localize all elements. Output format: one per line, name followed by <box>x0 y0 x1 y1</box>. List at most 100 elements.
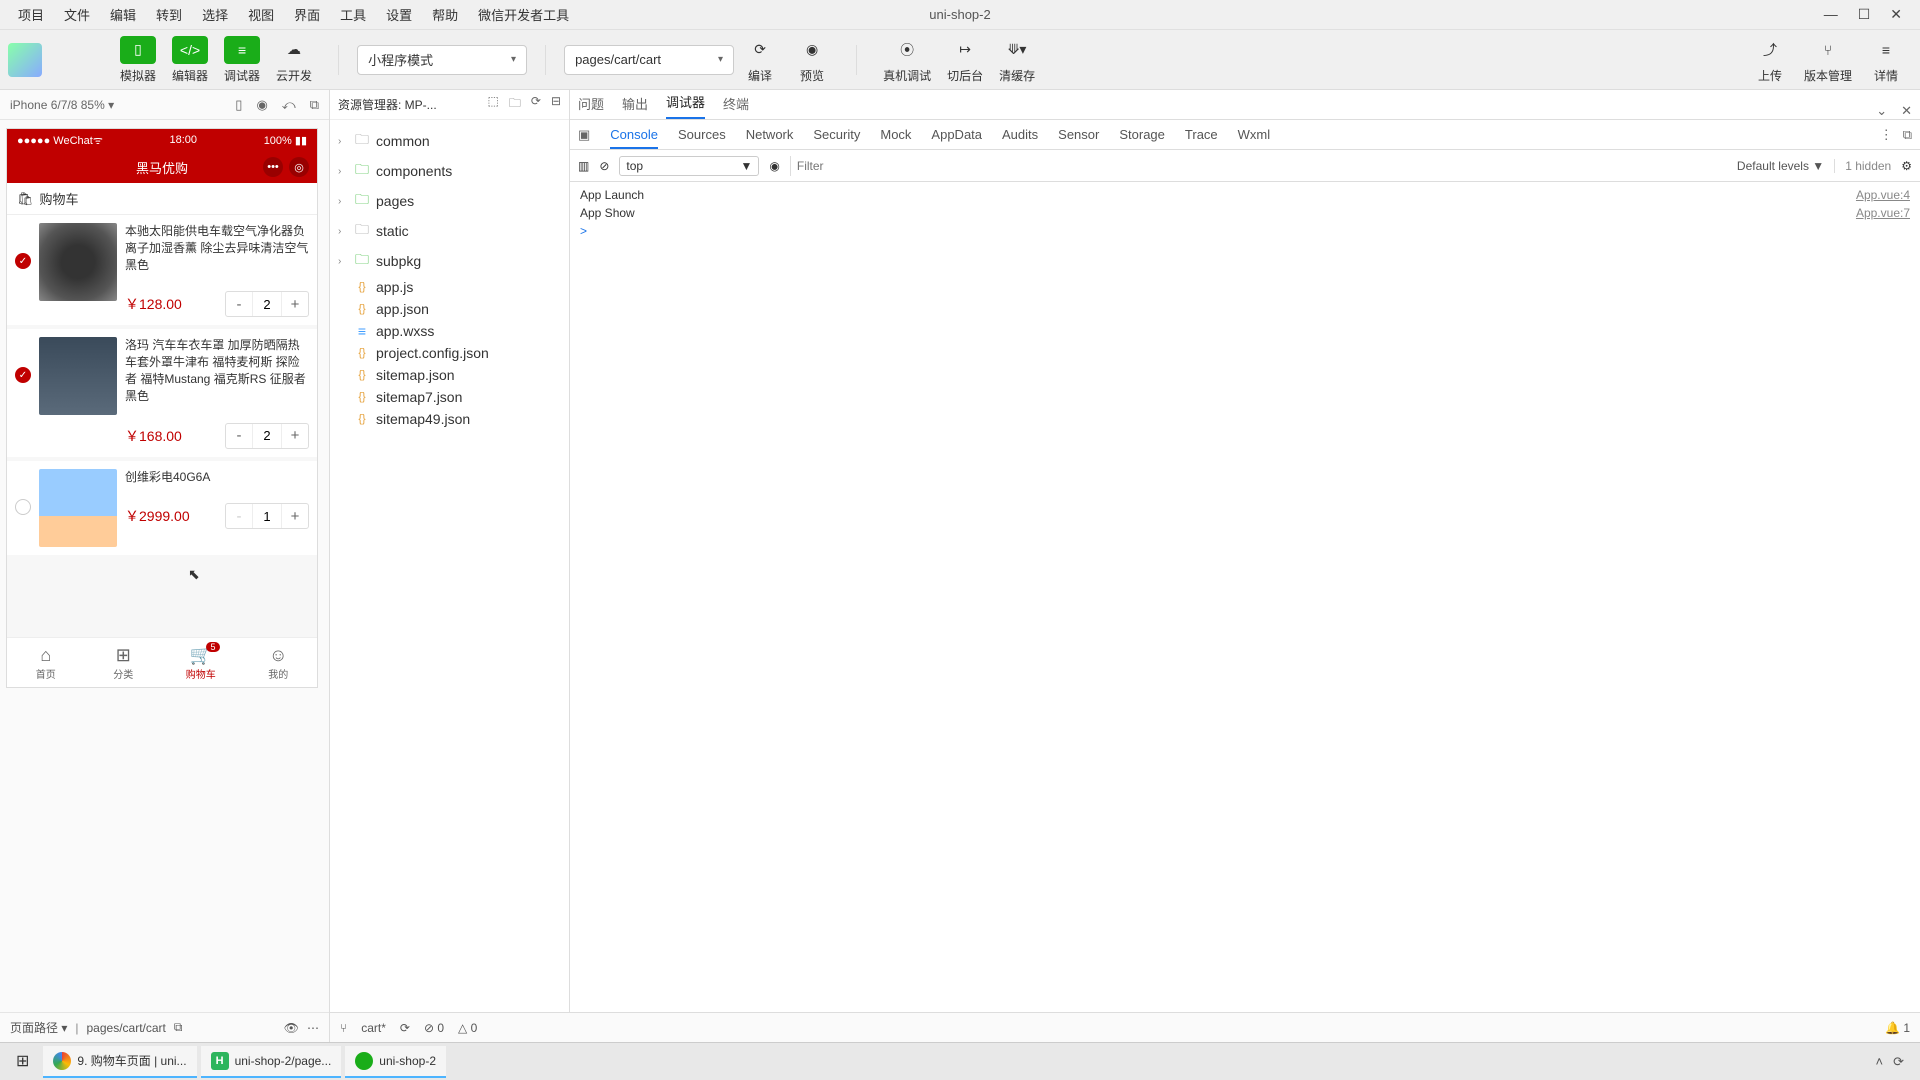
tab-mine[interactable]: ☺ 我的 <box>240 638 318 687</box>
popup-icon[interactable]: ⧉ <box>310 97 319 113</box>
item-thumbnail[interactable] <box>39 337 117 415</box>
tab-output[interactable]: 输出 <box>622 94 648 119</box>
mode-dropdown[interactable]: 小程序模式 ▾ <box>357 45 527 75</box>
capsule-menu-icon[interactable]: ••• <box>263 157 283 177</box>
close-button[interactable]: ✕ <box>1890 6 1902 23</box>
item-checkbox[interactable]: ✓ <box>15 367 31 383</box>
tab-category[interactable]: ⊞ 分类 <box>85 638 163 687</box>
folder-components[interactable]: ›🗀components <box>330 156 569 186</box>
tab-security[interactable]: Security <box>813 127 860 142</box>
tab-debugger[interactable]: 调试器 <box>666 92 705 119</box>
tab-mock[interactable]: Mock <box>880 127 911 142</box>
cart-list[interactable]: ✓ 本驰太阳能供电车载空气净化器负离子加湿香薰 除尘去异味清洁空气黑色 ￥128… <box>7 215 317 637</box>
menu-project[interactable]: 项目 <box>8 5 54 24</box>
kebab-icon[interactable]: ⋮ <box>1880 127 1893 143</box>
menu-help[interactable]: 帮助 <box>422 5 468 24</box>
tab-storage[interactable]: Storage <box>1119 127 1165 142</box>
tab-console[interactable]: Console <box>610 127 658 149</box>
refresh-tree-icon[interactable]: ⟳ <box>531 94 541 115</box>
log-levels-dropdown[interactable]: Default levels ▼ <box>1737 159 1824 173</box>
capsule-close-icon[interactable]: ◎ <box>289 157 309 177</box>
tab-sensor[interactable]: Sensor <box>1058 127 1099 142</box>
branch-icon[interactable]: ⑂ <box>340 1021 347 1035</box>
tray-sync-icon[interactable]: ⟳ <box>1893 1054 1904 1070</box>
taskbar-wechat-devtools[interactable]: uni-shop-2 <box>345 1046 446 1078</box>
maximize-button[interactable]: ☐ <box>1858 6 1871 23</box>
context-selector[interactable]: top▼ <box>619 156 759 176</box>
visibility-icon[interactable]: 👁 <box>284 1021 299 1035</box>
item-checkbox[interactable]: ✓ <box>15 253 31 269</box>
warning-count[interactable]: △ 0 <box>458 1021 477 1035</box>
tab-appdata[interactable]: AppData <box>931 127 982 142</box>
qty-plus-button[interactable]: + <box>282 296 308 313</box>
dock-icon[interactable]: ⧉ <box>1903 127 1912 143</box>
taskbar-hbuilder[interactable]: H uni-shop-2/page... <box>201 1046 342 1078</box>
menu-tools[interactable]: 工具 <box>330 5 376 24</box>
bell-icon[interactable]: 🔔 1 <box>1885 1021 1910 1035</box>
copy-icon[interactable]: ⧉ <box>174 1020 183 1035</box>
live-expr-icon[interactable]: ◉ <box>769 159 779 173</box>
file-sitemap7[interactable]: {}sitemap7.json <box>330 386 569 408</box>
clear-console-icon[interactable]: ⊘ <box>599 159 609 173</box>
folder-common[interactable]: ›🗀common <box>330 126 569 156</box>
tab-trace[interactable]: Trace <box>1185 127 1218 142</box>
file-sitemap[interactable]: {}sitemap.json <box>330 364 569 386</box>
menu-file[interactable]: 文件 <box>54 5 100 24</box>
hidden-count[interactable]: 1 hidden <box>1834 159 1891 173</box>
tab-audits[interactable]: Audits <box>1002 127 1038 142</box>
mute-icon[interactable]: ⤺ <box>282 97 296 113</box>
start-button[interactable]: ⊞ <box>6 1046 39 1078</box>
version-mgmt-button[interactable]: ⑂ 版本管理 <box>1804 36 1852 84</box>
toggle-sidebar-icon[interactable]: ▥ <box>578 159 589 173</box>
inspect-icon[interactable]: ▣ <box>578 127 590 143</box>
record-icon[interactable]: ◉ <box>256 97 267 113</box>
folder-static[interactable]: ›🗀static <box>330 216 569 246</box>
compile-button[interactable]: ⟳ 编译 <box>742 36 778 84</box>
item-thumbnail[interactable] <box>39 469 117 547</box>
menu-view[interactable]: 视图 <box>238 5 284 24</box>
debugger-toggle[interactable]: ≡ 调试器 <box>224 36 260 84</box>
editor-toggle[interactable]: </> 编辑器 <box>172 36 208 84</box>
file-app-js[interactable]: {}app.js <box>330 276 569 298</box>
file-sitemap49[interactable]: {}sitemap49.json <box>330 408 569 430</box>
remote-debug-button[interactable]: ⦿ 真机调试 <box>883 36 931 84</box>
item-thumbnail[interactable] <box>39 223 117 301</box>
qty-input[interactable] <box>252 504 282 528</box>
filter-input[interactable] <box>790 156 1727 176</box>
cloud-dev-button[interactable]: ☁ 云开发 <box>276 36 312 84</box>
file-app-wxss[interactable]: ≡app.wxss <box>330 320 569 342</box>
console-output[interactable]: App Launch App.vue:4 App Show App.vue:7 … <box>570 182 1920 1012</box>
new-folder-icon[interactable]: 🗀 <box>509 94 521 115</box>
qty-minus-button[interactable]: - <box>226 508 252 525</box>
log-source-link[interactable]: App.vue:4 <box>1856 188 1910 202</box>
tab-home[interactable]: ⌂ 首页 <box>7 638 85 687</box>
tray-chevron-icon[interactable]: ˄ <box>1876 1054 1884 1070</box>
tab-network[interactable]: Network <box>746 127 794 142</box>
taskbar-chrome[interactable]: 9. 购物车页面 | uni... <box>43 1046 196 1078</box>
clear-cache-button[interactable]: ⟱▾ 清缓存 <box>999 36 1035 84</box>
gear-icon[interactable]: ⚙ <box>1901 159 1912 173</box>
folder-pages[interactable]: ›🗀pages <box>330 186 569 216</box>
tab-sources[interactable]: Sources <box>678 127 726 142</box>
preview-button[interactable]: ◉ 预览 <box>794 36 830 84</box>
qty-input[interactable] <box>252 424 282 448</box>
console-prompt[interactable]: > <box>580 222 1910 240</box>
file-app-json[interactable]: {}app.json <box>330 298 569 320</box>
error-count[interactable]: ⊘ 0 <box>424 1021 444 1035</box>
upload-button[interactable]: ⤴ 上传 <box>1752 36 1788 84</box>
sync-icon[interactable]: ⟳ <box>400 1021 410 1035</box>
minimize-button[interactable]: — <box>1824 6 1838 23</box>
menu-ui[interactable]: 界面 <box>284 5 330 24</box>
file-tree[interactable]: ›🗀common ›🗀components ›🗀pages ›🗀static ›… <box>330 120 569 436</box>
menu-settings[interactable]: 设置 <box>376 5 422 24</box>
detail-button[interactable]: ≡ 详情 <box>1868 36 1904 84</box>
simulator-toggle[interactable]: ▯ 模拟器 <box>120 36 156 84</box>
avatar[interactable] <box>8 43 42 77</box>
tab-problems[interactable]: 问题 <box>578 94 604 119</box>
tab-cart[interactable]: 5 🛒 购物车 <box>162 638 240 687</box>
new-file-icon[interactable]: ⬚ <box>488 94 499 115</box>
device-selector[interactable]: iPhone 6/7/8 85% ▾ <box>10 98 114 112</box>
editor-tab[interactable]: cart* <box>361 1021 386 1035</box>
rotate-icon[interactable]: ▯ <box>235 97 242 113</box>
path-dropdown[interactable]: 页面路径 ▾ <box>10 1019 67 1036</box>
